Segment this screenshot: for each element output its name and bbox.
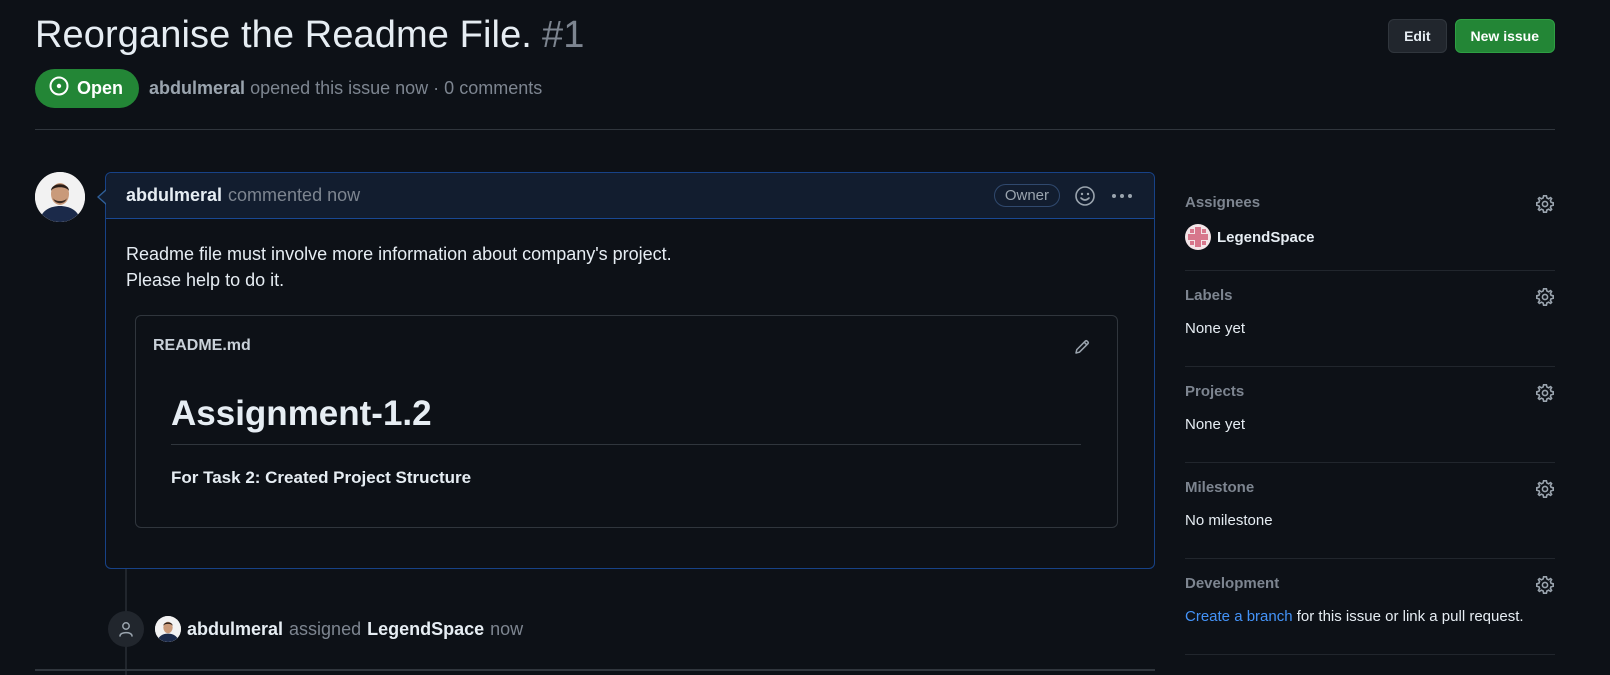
sidebar-projects: Projects None yet bbox=[1185, 367, 1555, 463]
projects-value: None yet bbox=[1185, 416, 1246, 433]
issue-sidebar: Assignees LegendSpace Labels None yet Pr… bbox=[1185, 178, 1555, 655]
avatar[interactable] bbox=[155, 616, 181, 642]
create-branch-link[interactable]: Create a branch bbox=[1185, 608, 1293, 625]
header-divider bbox=[35, 129, 1555, 130]
timeline-event: abdulmeral assigned LegendSpace now bbox=[155, 616, 523, 642]
comment-time[interactable]: commented now bbox=[228, 185, 360, 206]
timeline-divider bbox=[35, 669, 1155, 671]
smiley-icon[interactable] bbox=[1074, 185, 1096, 207]
readme-embed: README.md Assignment-1.2 For Task 2: Cre… bbox=[135, 315, 1118, 528]
sidebar-labels: Labels None yet bbox=[1185, 271, 1555, 367]
assignee-name[interactable]: LegendSpace bbox=[1217, 229, 1315, 246]
comment-header-actions: Owner bbox=[993, 184, 1134, 207]
issue-meta-text: opened this issue now · 0 comments bbox=[250, 78, 543, 98]
readme-heading: Assignment-1.2 bbox=[171, 394, 1081, 445]
person-icon bbox=[108, 611, 144, 647]
readme-text: For Task 2: Created Project Structure bbox=[171, 468, 472, 487]
event-time[interactable]: now bbox=[490, 619, 523, 640]
sidebar-heading[interactable]: Projects bbox=[1185, 383, 1244, 400]
edit-button[interactable]: Edit bbox=[1388, 19, 1447, 53]
issue-opened-icon bbox=[49, 76, 69, 101]
labels-value: None yet bbox=[1185, 320, 1246, 337]
owner-badge: Owner bbox=[993, 184, 1060, 207]
milestone-value: No milestone bbox=[1185, 512, 1273, 529]
development-text: for this issue or link a pull request. bbox=[1296, 608, 1524, 625]
readme-filename[interactable]: README.md bbox=[153, 337, 251, 355]
status-badge: Open bbox=[35, 69, 140, 108]
issue-author-link[interactable]: abdulmeral bbox=[149, 78, 245, 98]
comment-body: Readme file must involve more informatio… bbox=[106, 219, 1154, 293]
comment-text-line-1: Readme file must involve more informatio… bbox=[126, 244, 672, 264]
assignee-item[interactable]: LegendSpace bbox=[1185, 224, 1315, 250]
development-value: Create a branch for this issue or link a… bbox=[1185, 608, 1524, 625]
event-action: assigned bbox=[289, 618, 362, 639]
comment-author-link[interactable]: abdulmeral bbox=[126, 185, 222, 206]
gear-icon[interactable] bbox=[1535, 194, 1555, 219]
kebab-horizontal-icon[interactable] bbox=[1110, 185, 1134, 207]
gear-icon[interactable] bbox=[1535, 479, 1555, 504]
sidebar-heading[interactable]: Labels bbox=[1185, 287, 1233, 304]
new-issue-button[interactable]: New issue bbox=[1454, 19, 1555, 53]
sidebar-heading[interactable]: Assignees bbox=[1185, 194, 1260, 211]
issue-state-row: Open abdulmeral opened this issue now · … bbox=[35, 69, 542, 108]
issue-meta: abdulmeral opened this issue now · 0 com… bbox=[149, 78, 542, 99]
pencil-icon[interactable] bbox=[1073, 338, 1091, 361]
gear-icon[interactable] bbox=[1535, 383, 1555, 408]
sidebar-heading[interactable]: Milestone bbox=[1185, 479, 1254, 496]
issue-title-text: Reorganise the Readme File. bbox=[35, 14, 532, 56]
comment-text-line-2: Please help to do it. bbox=[126, 270, 285, 290]
sidebar-development: Development Create a branch for this iss… bbox=[1185, 559, 1555, 655]
sidebar-heading[interactable]: Development bbox=[1185, 575, 1279, 592]
event-actor-link[interactable]: abdulmeral bbox=[187, 619, 283, 640]
issue-title: Reorganise the Readme File. #1 bbox=[35, 14, 584, 57]
avatar[interactable] bbox=[35, 172, 85, 222]
status-label: Open bbox=[77, 78, 124, 98]
sidebar-assignees: Assignees LegendSpace bbox=[1185, 178, 1555, 271]
issue-number: #1 bbox=[541, 14, 585, 56]
comment-box: abdulmeral commented now Owner Readme fi… bbox=[97, 172, 1155, 569]
gear-icon[interactable] bbox=[1535, 287, 1555, 312]
avatar bbox=[1185, 224, 1211, 250]
gear-icon[interactable] bbox=[1535, 575, 1555, 600]
header-actions: Edit New issue bbox=[1388, 19, 1555, 53]
sidebar-milestone: Milestone No milestone bbox=[1185, 463, 1555, 559]
comment-header: abdulmeral commented now Owner bbox=[106, 173, 1154, 219]
issue-page: Reorganise the Readme File. #1 Edit New i… bbox=[0, 0, 1610, 675]
event-target-link[interactable]: LegendSpace bbox=[367, 619, 484, 640]
